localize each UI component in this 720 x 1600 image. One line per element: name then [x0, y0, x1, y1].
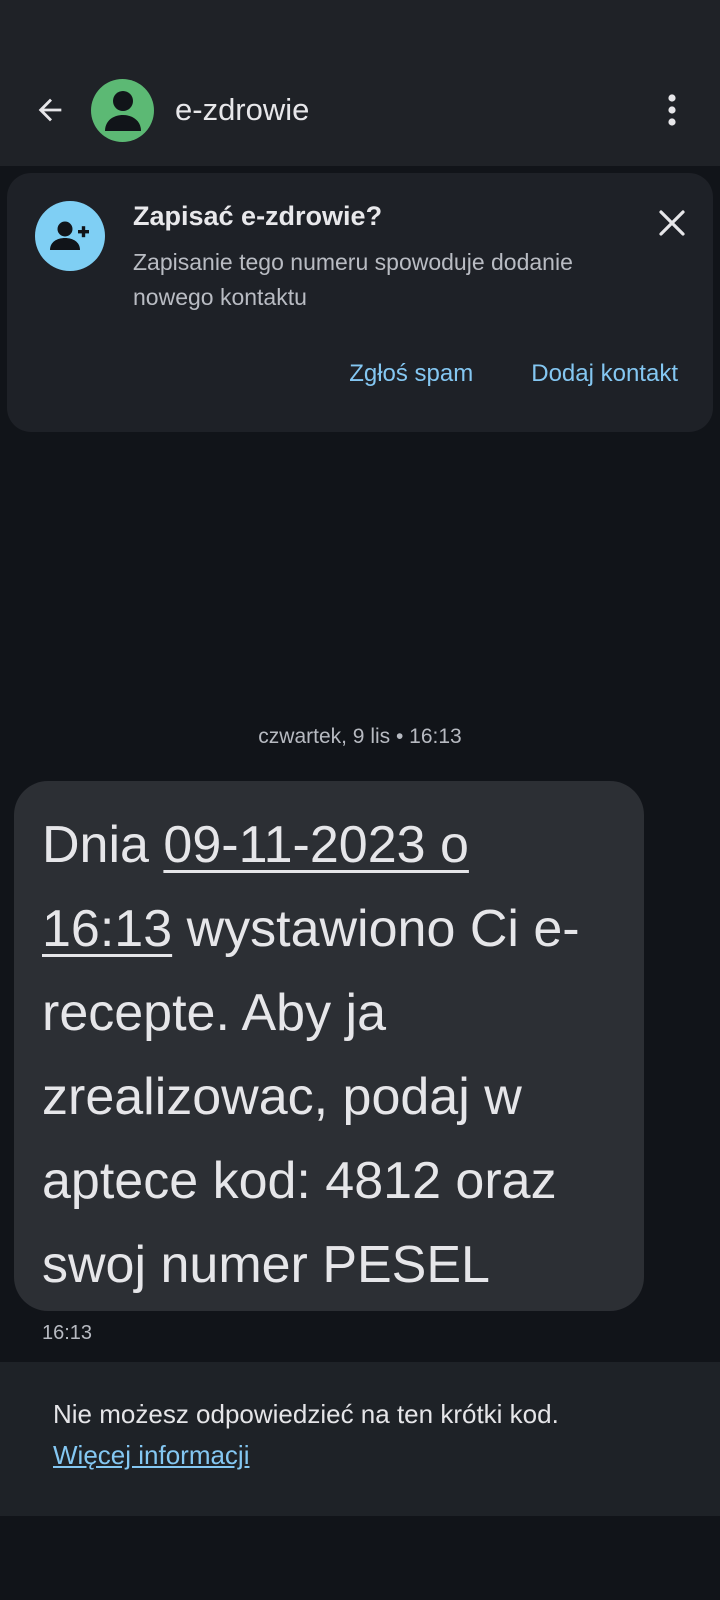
contact-avatar[interactable] — [91, 79, 154, 142]
messages-screen: e-zdrowie Zapisać e-zdrowie? Zapisanie t… — [0, 0, 720, 1600]
save-contact-card: Zapisać e-zdrowie? Zapisanie tego numeru… — [7, 173, 713, 432]
message-rest: wystawiono Ci e-recepte. Aby ja zrealizo… — [42, 900, 580, 1294]
message-date-link[interactable]: 09-11-2023 o — [163, 816, 469, 874]
save-card-title: Zapisać e-zdrowie? — [133, 201, 383, 231]
message-timestamp: 16:13 — [42, 1322, 93, 1344]
add-person-icon — [50, 221, 89, 250]
person-icon — [104, 90, 141, 131]
dismiss-card-button[interactable] — [652, 203, 692, 243]
back-button[interactable] — [28, 88, 72, 132]
more-info-link[interactable]: Więcej informacji — [53, 1440, 250, 1471]
contact-name[interactable]: e-zdrowie — [175, 88, 309, 132]
reply-disabled-text: Nie możesz odpowiedzieć na ten krótki ko… — [53, 1399, 559, 1429]
report-spam-button[interactable]: Zgłoś spam — [349, 360, 473, 388]
add-contact-button[interactable]: Dodaj kontakt — [531, 360, 678, 388]
message-prefix: Dnia — [42, 816, 164, 874]
more-vert-icon — [668, 94, 676, 126]
close-icon — [659, 210, 685, 236]
reply-disabled-panel: Nie możesz odpowiedzieć na ten krótki ko… — [0, 1362, 720, 1516]
message-time-link[interactable]: 16:13 — [42, 900, 172, 958]
message-text: Dnia 09-11-2023 o 16:13 wystawiono Ci e-r… — [42, 803, 614, 1307]
more-options-button[interactable] — [650, 88, 694, 132]
conversation-date-header: czwartek, 9 lis • 16:13 — [258, 725, 462, 748]
save-card-actions: Zgłoś spam Dodaj kontakt — [349, 360, 678, 388]
add-person-avatar — [35, 201, 105, 271]
message-bubble[interactable]: Dnia 09-11-2023 o 16:13 wystawiono Ci e-r… — [14, 781, 644, 1311]
top-app-bar: e-zdrowie — [0, 0, 720, 166]
save-card-description: Zapisanie tego numeru spowoduje dodanie … — [133, 249, 573, 310]
back-arrow-icon — [38, 98, 62, 122]
